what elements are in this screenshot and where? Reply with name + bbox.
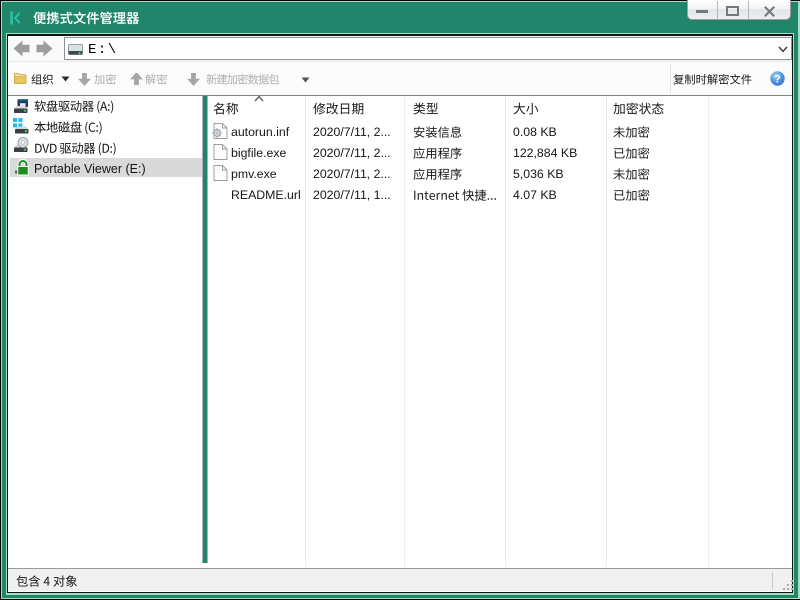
svg-text:?: ? xyxy=(774,73,781,85)
